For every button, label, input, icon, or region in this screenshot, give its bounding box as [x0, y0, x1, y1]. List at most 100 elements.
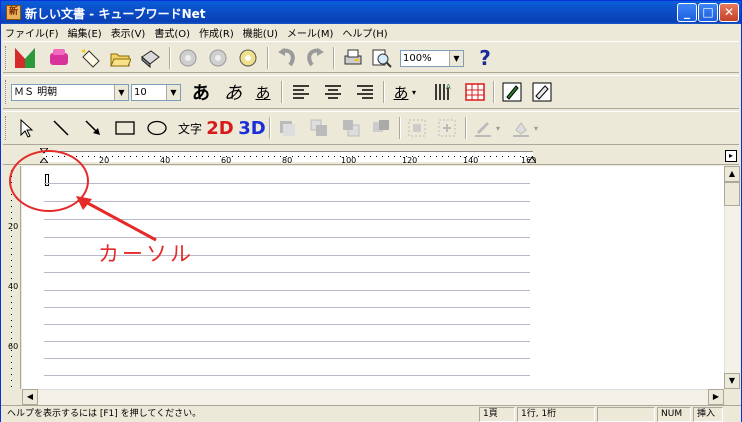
- scroll-right-icon[interactable]: ▶: [708, 389, 724, 405]
- ruler-dot: [382, 156, 383, 157]
- menu-mail[interactable]: メール(M): [283, 24, 338, 40]
- ruler-dot: [460, 156, 461, 157]
- status-page: 1頁: [479, 407, 515, 422]
- line-color-icon[interactable]: [471, 116, 495, 140]
- scroll-down-icon[interactable]: ▼: [724, 373, 740, 389]
- right-margin-marker-icon[interactable]: [527, 148, 537, 164]
- scroll-thumb[interactable]: [724, 182, 740, 206]
- ruled-line: [44, 290, 530, 291]
- help-icon[interactable]: ?: [473, 46, 497, 70]
- menu-create[interactable]: 作成(R): [195, 24, 239, 40]
- arrow-tool-icon[interactable]: [81, 116, 105, 140]
- ruler-dot: [358, 156, 359, 157]
- maximize-button[interactable]: □: [698, 3, 718, 22]
- ellipse-tool-icon[interactable]: [145, 116, 169, 140]
- italic-button[interactable]: あ: [221, 80, 245, 104]
- shadow-icon[interactable]: [275, 116, 299, 140]
- horizontal-ruler[interactable]: 20 40 60 80 100 120 140 160 ▸: [3, 147, 739, 165]
- minimize-button[interactable]: _: [677, 3, 697, 22]
- table-icon[interactable]: [463, 80, 487, 104]
- paste-icon[interactable]: [236, 46, 260, 70]
- rectangle-tool-icon[interactable]: [113, 116, 137, 140]
- bold-button[interactable]: あ: [189, 80, 213, 104]
- ruler-dot: [256, 156, 257, 157]
- align-objects-icon[interactable]: [405, 116, 429, 140]
- group-icon[interactable]: [369, 116, 393, 140]
- ruler-dot: [310, 156, 311, 157]
- vruler-tick: 20: [8, 222, 19, 231]
- font-name-select[interactable]: ＭＳ 明朝 ▼: [11, 84, 129, 101]
- fill-color-icon[interactable]: [509, 116, 533, 140]
- 3d-button[interactable]: 3D: [238, 116, 266, 140]
- horizontal-scrollbar[interactable]: ◀ ▶: [22, 389, 724, 405]
- dropdown-arrow-icon[interactable]: ▾: [409, 80, 419, 104]
- vruler-dot: [11, 254, 12, 255]
- toolbar-grip[interactable]: [5, 80, 8, 104]
- menu-function[interactable]: 機能(U): [239, 24, 283, 40]
- preview-icon[interactable]: [369, 46, 393, 70]
- bring-front-icon[interactable]: [307, 116, 331, 140]
- new-icon[interactable]: [78, 46, 102, 70]
- print-icon[interactable]: [341, 46, 365, 70]
- dropdown-arrow-icon[interactable]: ▾: [493, 116, 503, 140]
- ruler-dot: [172, 156, 173, 157]
- 2d-button[interactable]: 2D: [206, 116, 234, 140]
- svg-text:A: A: [446, 83, 451, 91]
- font-size-select[interactable]: 10 ▼: [131, 84, 181, 101]
- ruler-dot: [262, 156, 263, 157]
- copy-icon[interactable]: [206, 46, 230, 70]
- insert-pen-icon[interactable]: [500, 80, 524, 104]
- dropdown-arrow-icon[interactable]: ▼: [114, 85, 128, 100]
- separator: [267, 47, 269, 69]
- align-center-icon[interactable]: [321, 80, 345, 104]
- distribute-icon[interactable]: [435, 116, 459, 140]
- dropdown-arrow-icon[interactable]: ▾: [531, 116, 541, 140]
- text-tool-button[interactable]: 文字: [175, 116, 205, 140]
- ruler-corner-icon[interactable]: ▸: [725, 150, 737, 162]
- zoom-select[interactable]: 100% ▼: [400, 50, 464, 67]
- underline-button[interactable]: あ: [251, 80, 275, 104]
- stamp-icon[interactable]: [47, 46, 71, 70]
- ruler-dot: [112, 156, 113, 157]
- ruler-dot: [136, 156, 137, 157]
- menu-edit[interactable]: 編集(E): [64, 24, 107, 40]
- ruler-dot: [142, 156, 143, 157]
- menu-format[interactable]: 書式(O): [150, 24, 195, 40]
- line-tool-icon[interactable]: [49, 116, 73, 140]
- menu-bar: ファイル(F) 編集(E) 表示(V) 書式(O) 作成(R) 機能(U) メール(M) ヘル…: [1, 24, 741, 40]
- ruler-dot: [274, 156, 275, 157]
- ruler-dot: [196, 156, 197, 157]
- menu-view[interactable]: 表示(V): [107, 24, 151, 40]
- ruler-tick: 140: [463, 156, 479, 165]
- vruler-dot: [11, 236, 12, 237]
- ruler-dot: [322, 156, 323, 157]
- save-icon[interactable]: [138, 46, 162, 70]
- toolbar-grip[interactable]: [5, 116, 8, 140]
- vruler-dot: [11, 314, 12, 315]
- ruler-dot: [280, 156, 281, 157]
- toolbar-grip[interactable]: [5, 46, 8, 70]
- ruler-dot: [214, 156, 215, 157]
- align-left-icon[interactable]: [289, 80, 313, 104]
- menu-help[interactable]: ヘルプ(H): [338, 24, 392, 40]
- scroll-left-icon[interactable]: ◀: [22, 389, 38, 405]
- ruled-line: [44, 307, 530, 308]
- dropdown-arrow-icon[interactable]: ▼: [166, 85, 180, 100]
- send-back-icon[interactable]: [339, 116, 363, 140]
- dropdown-arrow-icon[interactable]: ▼: [449, 51, 463, 66]
- ruler-tick: 40: [160, 156, 171, 165]
- menu-file[interactable]: ファイル(F): [1, 24, 64, 40]
- ruler-dot: [88, 156, 89, 157]
- open-icon[interactable]: [108, 46, 132, 70]
- undo-icon[interactable]: [275, 46, 299, 70]
- scroll-up-icon[interactable]: ▲: [724, 166, 740, 182]
- tab-ruler-icon[interactable]: A: [431, 80, 455, 104]
- vertical-scrollbar[interactable]: ▲ ▼: [724, 166, 740, 389]
- select-arrow-icon[interactable]: [15, 116, 39, 140]
- redo-icon[interactable]: [303, 46, 327, 70]
- cut-icon[interactable]: [176, 46, 200, 70]
- insert-edit-icon[interactable]: [530, 80, 554, 104]
- close-button[interactable]: ✕: [719, 3, 739, 22]
- align-right-icon[interactable]: [353, 80, 377, 104]
- new-doc-icon[interactable]: [13, 46, 37, 70]
